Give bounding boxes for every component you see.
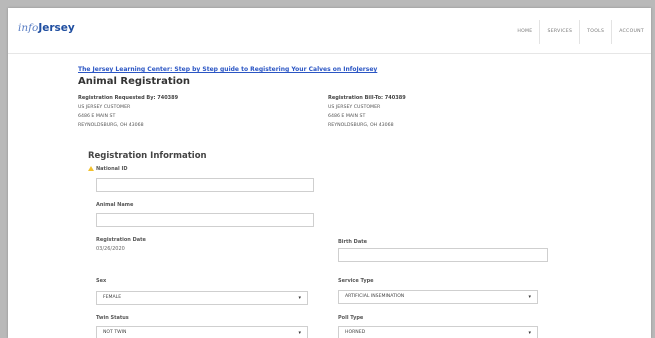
animal-name-label: Animal Name — [96, 202, 134, 208]
chevron-down-icon: ▾ — [298, 330, 301, 336]
bill-to-street: 6486 E MAIN ST — [328, 114, 366, 119]
learning-center-link[interactable]: The Jersey Learning Center: Step by Step… — [78, 66, 377, 73]
poll-type-selected-value: HORNED — [345, 330, 366, 335]
sex-select[interactable]: FEMALE ▾ — [96, 291, 308, 305]
national-id-label: National ID — [96, 166, 128, 172]
nav-home[interactable]: HOME — [510, 20, 539, 44]
birth-date-label: Birth Date — [338, 239, 367, 245]
header-bar: infoJersey HOME SERVICES TOOLS ACCOUNT — [8, 8, 651, 54]
national-id-label-row: National ID — [88, 166, 128, 172]
twin-status-label: Twin Status — [96, 315, 129, 321]
requested-by-block: Registration Requested By: 740389 US JER… — [78, 94, 178, 130]
twin-status-selected-value: NOT TWIN — [103, 330, 127, 335]
requested-by-heading: Registration Requested By: 740389 — [78, 95, 179, 101]
bill-to-block: Registration Bill-To: 740389 US JERSEY C… — [328, 94, 406, 130]
logo-name: Jersey — [38, 22, 75, 34]
registration-date-label: Registration Date — [96, 237, 146, 243]
bill-to-name: US JERSEY CUSTOMER — [328, 105, 381, 110]
app-window: infoJersey HOME SERVICES TOOLS ACCOUNT T… — [8, 8, 651, 338]
section-title: Registration Information — [88, 151, 207, 161]
infojersey-logo[interactable]: infoJersey — [18, 22, 75, 34]
national-id-input[interactable] — [96, 178, 314, 192]
page-title: Animal Registration — [78, 76, 191, 87]
chevron-down-icon: ▾ — [298, 295, 301, 301]
logo-prefix: info — [18, 22, 39, 34]
service-type-selected-value: ARTIFICIAL INSEMINATION — [345, 294, 405, 299]
poll-type-label: Poll Type — [338, 315, 364, 321]
requested-by-city: REYNOLDSBURG, OH 43068 — [78, 123, 144, 128]
animal-name-input[interactable] — [96, 213, 314, 227]
service-type-select[interactable]: ARTIFICIAL INSEMINATION ▾ — [338, 290, 538, 304]
bill-to-heading: Registration Bill-To: 740389 — [328, 95, 406, 101]
requested-by-street: 6486 E MAIN ST — [78, 114, 116, 119]
nav-account[interactable]: ACCOUNT — [611, 20, 651, 44]
bill-to-city: REYNOLDSBURG, OH 43068 — [328, 123, 394, 128]
warning-icon — [88, 166, 94, 171]
chevron-down-icon: ▾ — [528, 294, 531, 300]
nav-services[interactable]: SERVICES — [539, 20, 579, 44]
sex-selected-value: FEMALE — [103, 295, 122, 300]
service-type-label: Service Type — [338, 278, 374, 284]
twin-status-select[interactable]: NOT TWIN ▾ — [96, 326, 308, 338]
sex-label: Sex — [96, 278, 107, 284]
registration-date-value: 03/26/2020 — [96, 246, 125, 252]
poll-type-select[interactable]: HORNED ▾ — [338, 326, 538, 338]
main-content: The Jersey Learning Center: Step by Step… — [78, 54, 651, 338]
chevron-down-icon: ▾ — [528, 330, 531, 336]
top-nav: HOME SERVICES TOOLS ACCOUNT — [510, 20, 651, 44]
requested-by-name: US JERSEY CUSTOMER — [78, 105, 131, 110]
nav-tools[interactable]: TOOLS — [579, 20, 611, 44]
birth-date-input[interactable] — [338, 248, 548, 262]
